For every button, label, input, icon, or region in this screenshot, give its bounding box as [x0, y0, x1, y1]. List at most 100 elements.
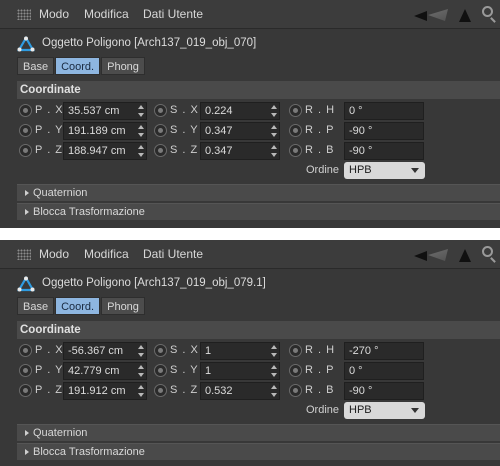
scale-field[interactable]: 0.347: [200, 122, 280, 140]
rotation-radio[interactable]: [289, 144, 302, 157]
scale-field[interactable]: 0.224: [200, 102, 280, 120]
spinner-arrows-icon[interactable]: [271, 365, 277, 377]
scale-radio[interactable]: [154, 144, 167, 157]
coordinate-row: P . Y 42.779 cm S . Y 1 R . P 0 °: [17, 361, 500, 381]
spinner-arrows-icon[interactable]: [271, 125, 277, 137]
position-field[interactable]: -56.367 cm: [63, 342, 147, 360]
rotation-field[interactable]: -90 °: [344, 142, 424, 160]
spinner-arrows-icon[interactable]: [271, 385, 277, 397]
menu-item[interactable]: Modifica: [84, 247, 129, 261]
spinner-arrows-icon[interactable]: [271, 145, 277, 157]
position-label: P . Z: [35, 144, 64, 156]
rotation-field[interactable]: -90 °: [344, 382, 424, 400]
collapsible-section[interactable]: Blocca Trasformazione: [17, 203, 500, 220]
nav-forward-icon[interactable]: [428, 249, 448, 261]
chevron-down-icon: [411, 168, 419, 173]
object-header: Oggetto Poligono [Arch137_019_obj_070]: [0, 29, 500, 57]
rotation-label: R . B: [305, 144, 335, 156]
spinner-arrows-icon[interactable]: [138, 345, 144, 357]
position-radio[interactable]: [19, 124, 32, 137]
rotation-field[interactable]: -90 °: [344, 122, 424, 140]
position-field[interactable]: 191.189 cm: [63, 122, 147, 140]
tab-base[interactable]: Base: [17, 57, 55, 75]
tab-coord[interactable]: Coord.: [55, 297, 101, 315]
tab-bar: Base Coord. Phong: [17, 57, 146, 75]
position-radio[interactable]: [19, 344, 32, 357]
scale-label: S . X: [170, 104, 199, 116]
nav-back-icon[interactable]: [414, 251, 427, 261]
spinner-arrows-icon[interactable]: [271, 345, 277, 357]
section-header-coordinate[interactable]: Coordinate: [17, 81, 500, 99]
rotation-label: R . H: [305, 104, 336, 116]
position-field[interactable]: 35.537 cm: [63, 102, 147, 120]
position-label: P . X: [35, 104, 64, 116]
position-radio[interactable]: [19, 384, 32, 397]
coordinate-row: P . X 35.537 cm S . X 0.224 R . H 0 °: [17, 101, 500, 121]
scale-field[interactable]: 0.347: [200, 142, 280, 160]
rotation-radio[interactable]: [289, 344, 302, 357]
tab-phong[interactable]: Phong: [101, 57, 145, 75]
polygon-object-icon: [17, 275, 35, 292]
position-value: 191.189 cm: [68, 125, 126, 137]
spinner-arrows-icon[interactable]: [138, 365, 144, 377]
menu-item[interactable]: Modo: [39, 247, 69, 261]
scale-radio[interactable]: [154, 384, 167, 397]
rotation-field[interactable]: 0 °: [344, 362, 424, 380]
object-header: Oggetto Poligono [Arch137_019_obj_079.1]: [0, 269, 500, 297]
collapsible-label: Blocca Trasformazione: [33, 446, 145, 458]
scale-field[interactable]: 1: [200, 362, 280, 380]
position-radio[interactable]: [19, 144, 32, 157]
collapsible-label: Blocca Trasformazione: [33, 206, 145, 218]
collapsible-section[interactable]: Blocca Trasformazione: [17, 443, 500, 460]
tab-base[interactable]: Base: [17, 297, 55, 315]
grip-icon[interactable]: [17, 249, 31, 260]
section-header-coordinate[interactable]: Coordinate: [17, 321, 500, 339]
position-label: P . Y: [35, 364, 64, 376]
order-dropdown[interactable]: HPB: [344, 162, 425, 179]
spinner-arrows-icon[interactable]: [138, 125, 144, 137]
collapsible-section[interactable]: Quaternion: [17, 184, 500, 201]
rotation-radio[interactable]: [289, 124, 302, 137]
menu-item[interactable]: Dati Utente: [143, 247, 203, 261]
expand-triangle-icon: [25, 190, 29, 196]
collapsible-label: Quaternion: [33, 427, 88, 439]
menu-item[interactable]: Modo: [39, 7, 69, 21]
menu-item[interactable]: Modifica: [84, 7, 129, 21]
nav-back-icon[interactable]: [414, 11, 427, 21]
scale-label: S . Z: [170, 144, 199, 156]
scale-field[interactable]: 0.532: [200, 382, 280, 400]
search-icon[interactable]: [482, 6, 493, 17]
search-icon[interactable]: [482, 246, 493, 257]
spinner-arrows-icon[interactable]: [138, 145, 144, 157]
rotation-field[interactable]: -270 °: [344, 342, 424, 360]
spinner-arrows-icon[interactable]: [271, 105, 277, 117]
scale-field[interactable]: 1: [200, 342, 280, 360]
position-radio[interactable]: [19, 104, 32, 117]
rotation-radio[interactable]: [289, 384, 302, 397]
rotation-field[interactable]: 0 °: [344, 102, 424, 120]
order-dropdown[interactable]: HPB: [344, 402, 425, 419]
nav-up-icon[interactable]: [459, 9, 471, 22]
object-title: Oggetto Poligono [Arch137_019_obj_079.1]: [42, 277, 266, 289]
scale-radio[interactable]: [154, 124, 167, 137]
tab-coord[interactable]: Coord.: [55, 57, 101, 75]
spinner-arrows-icon[interactable]: [138, 385, 144, 397]
scale-radio[interactable]: [154, 104, 167, 117]
menu-item[interactable]: Dati Utente: [143, 7, 203, 21]
scale-radio[interactable]: [154, 344, 167, 357]
collapsible-section[interactable]: Quaternion: [17, 424, 500, 441]
spinner-arrows-icon[interactable]: [138, 105, 144, 117]
nav-forward-icon[interactable]: [428, 9, 448, 21]
position-field[interactable]: 191.912 cm: [63, 382, 147, 400]
grip-icon[interactable]: [17, 9, 31, 20]
position-field[interactable]: 42.779 cm: [63, 362, 147, 380]
scale-radio[interactable]: [154, 364, 167, 377]
position-field[interactable]: 188.947 cm: [63, 142, 147, 160]
position-radio[interactable]: [19, 364, 32, 377]
expand-triangle-icon: [25, 430, 29, 436]
tab-phong[interactable]: Phong: [101, 297, 145, 315]
rotation-value: 0 °: [349, 105, 363, 117]
rotation-radio[interactable]: [289, 364, 302, 377]
rotation-radio[interactable]: [289, 104, 302, 117]
nav-up-icon[interactable]: [459, 249, 471, 262]
